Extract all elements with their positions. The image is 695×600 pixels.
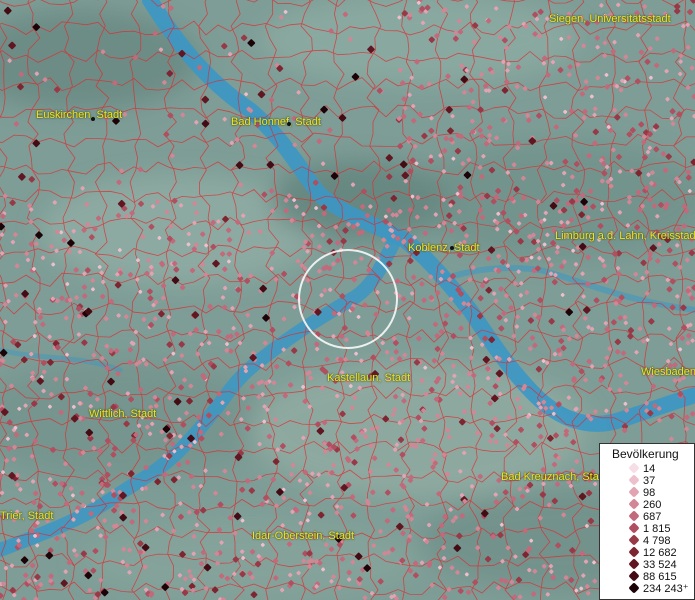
legend: Bevölkerung 14 37 98 260 687 1 815 4 798 12 682… xyxy=(599,443,695,600)
focus-circle xyxy=(298,249,398,349)
city-label-siegen[interactable]: Siegen, Universitätsstadt xyxy=(549,13,671,25)
city-marker-bad-honnef xyxy=(287,122,291,126)
legend-swatch xyxy=(628,474,640,486)
legend-swatch xyxy=(628,522,640,534)
city-marker-koblenz xyxy=(450,246,454,250)
legend-item: 14 xyxy=(600,462,695,475)
city-label-wiesbaden[interactable]: Wiesbaden xyxy=(641,366,695,378)
legend-label: 88 615 xyxy=(643,571,677,583)
legend-item: 12 682 xyxy=(600,546,695,559)
legend-label: 1 815 xyxy=(643,523,671,535)
legend-swatch xyxy=(628,510,640,522)
legend-label: 4 798 xyxy=(643,535,671,547)
legend-swatch xyxy=(628,582,640,594)
legend-item: 88 615 xyxy=(600,570,695,583)
city-label-euskirchen[interactable]: Euskirchen, Stadt xyxy=(36,109,122,121)
legend-item: 4 798 xyxy=(600,534,695,547)
legend-swatch xyxy=(628,570,640,582)
map-view[interactable]: Siegen, Universitätsstadt Euskirchen, St… xyxy=(0,0,695,600)
legend-label: 98 xyxy=(643,487,656,499)
legend-swatch xyxy=(628,486,640,498)
city-label-wittlich[interactable]: Wittlich, Stadt xyxy=(89,408,156,420)
legend-title: Bevölkerung xyxy=(612,447,679,461)
legend-swatch xyxy=(628,534,640,546)
legend-item: 33 524 xyxy=(600,558,695,571)
city-label-bad-kreuznach[interactable]: Bad Kreuznach, Stadt xyxy=(501,471,608,483)
legend-swatch xyxy=(628,558,640,570)
legend-item: 1 815 xyxy=(600,522,695,535)
legend-item: 260 xyxy=(600,498,695,511)
legend-item: 98 xyxy=(600,486,695,499)
city-label-idar-oberstein[interactable]: Idar-Oberstein, Stadt xyxy=(252,530,354,542)
legend-item: 234 243⁺ xyxy=(600,582,695,595)
legend-label: 260 xyxy=(643,499,662,511)
legend-label: 234 243⁺ xyxy=(643,583,689,595)
legend-item: 687 xyxy=(600,510,695,523)
city-label-trier[interactable]: Trier, Stadt xyxy=(0,510,53,522)
legend-item: 37 xyxy=(600,474,695,487)
legend-label: 12 682 xyxy=(643,547,677,559)
legend-label: 14 xyxy=(643,463,656,475)
legend-label: 687 xyxy=(643,511,662,523)
city-marker-euskirchen xyxy=(91,117,95,121)
legend-swatch xyxy=(628,462,640,474)
city-label-bad-honnef[interactable]: Bad Honnef, Stadt xyxy=(231,116,321,128)
city-label-koblenz[interactable]: Koblenz, Stadt xyxy=(408,242,480,254)
legend-label: 33 524 xyxy=(643,559,677,571)
legend-swatch xyxy=(628,498,640,510)
city-label-limburg[interactable]: Limburg a.d. Lahn, Kreisstadt xyxy=(555,230,695,242)
city-label-kastellaun[interactable]: Kastellaun, Stadt xyxy=(327,372,410,384)
legend-swatch xyxy=(628,546,640,558)
legend-label: 37 xyxy=(643,475,656,487)
